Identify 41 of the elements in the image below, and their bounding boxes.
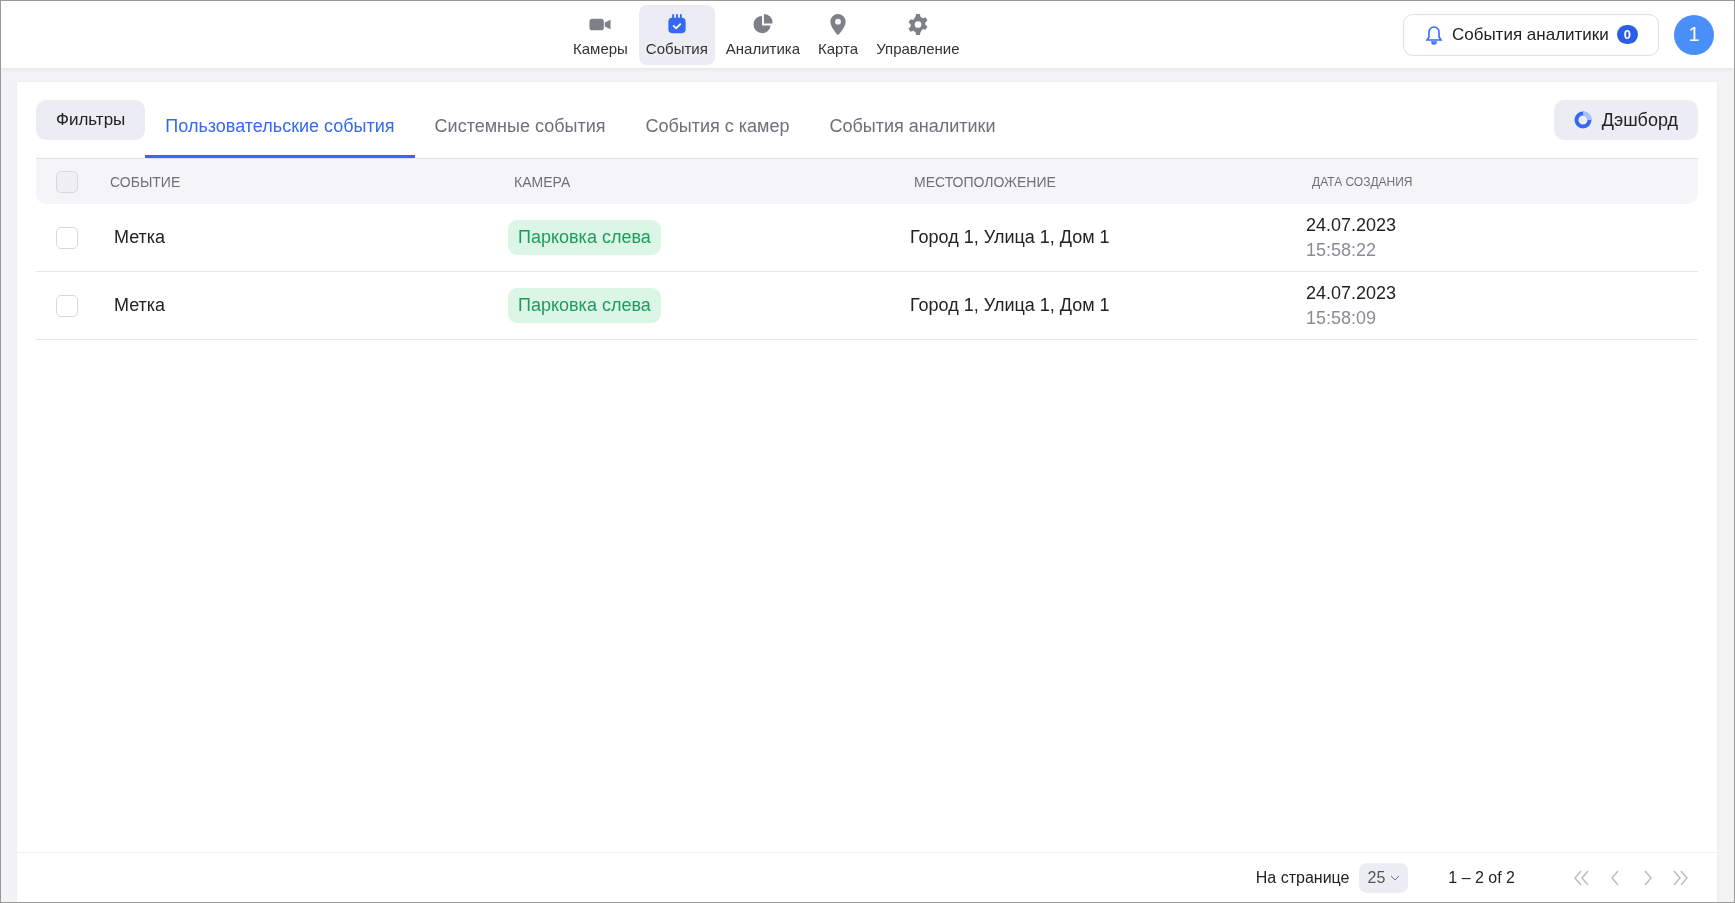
column-header: МЕСТОПОЛОЖЕНИЕ	[914, 173, 1057, 190]
checkbox[interactable]	[56, 294, 78, 317]
camera-tag: Парковка слева	[508, 288, 661, 323]
location-text: Город 1, Улица 1, Дом 1	[910, 227, 1111, 248]
camera-tag: Парковка слева	[508, 220, 661, 255]
notifications-button[interactable]: События аналитики 0	[1402, 13, 1659, 56]
location-text: Город 1, Улица 1, Дом 1	[910, 295, 1111, 316]
chevron-down-icon	[1390, 873, 1401, 883]
column-header: ДАТА СОЗДАНИЯ	[1312, 174, 1414, 189]
analytics-icon	[750, 12, 775, 36]
nav-item[interactable]: Камеры	[566, 4, 635, 65]
per-page-select[interactable]: 25	[1359, 863, 1409, 893]
date-text: 24.07.2023	[1306, 282, 1398, 304]
time-text: 15:58:22	[1306, 239, 1378, 261]
column-header: СОБЫТИЕ	[110, 173, 182, 190]
date-text: 24.07.2023	[1306, 214, 1398, 236]
chevron-icon	[1642, 870, 1653, 886]
dashboard-button[interactable]: Дэшборд	[1553, 100, 1698, 140]
ring-icon	[1573, 111, 1592, 129]
time-text: 15:58:09	[1306, 307, 1378, 329]
event-name: Метка	[114, 227, 167, 248]
per-page-label: На странице	[1255, 869, 1350, 887]
page-range: 1 – 2 of 2	[1448, 869, 1515, 887]
notifications-label: События аналитики	[1451, 24, 1609, 45]
nav-item[interactable]: Управление	[869, 4, 967, 65]
tab[interactable]: События аналитики	[809, 98, 1016, 158]
chevron-icon	[1573, 870, 1590, 886]
event-name: Метка	[114, 295, 167, 316]
nav-item[interactable]: События	[638, 4, 715, 65]
filters-button[interactable]: Фильтры	[36, 100, 146, 140]
checkbox[interactable]	[56, 226, 78, 249]
nav-item[interactable]: Аналитика	[718, 4, 808, 65]
tab[interactable]: Системные события	[414, 98, 626, 158]
column-header: КАМЕРА	[514, 173, 572, 190]
checkbox[interactable]	[56, 170, 78, 193]
nav-item[interactable]: Карта	[811, 4, 866, 65]
chevron-icon	[1609, 870, 1620, 886]
chevron-icon	[1672, 870, 1689, 886]
count-badge: 0	[1616, 25, 1638, 44]
tab[interactable]: События с камер	[625, 98, 810, 158]
bell-icon	[1423, 24, 1444, 45]
